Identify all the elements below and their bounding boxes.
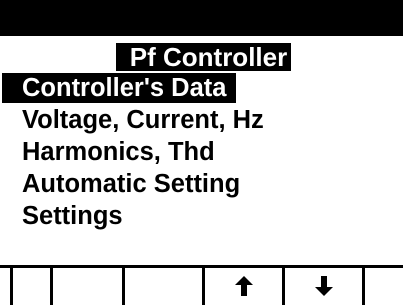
lcd-screen: Pf Controller Controller's Data Voltage,… bbox=[0, 0, 403, 305]
menu-item-label: Automatic Setting bbox=[22, 170, 241, 198]
softkey-2[interactable] bbox=[50, 268, 122, 305]
menu-item-label: Voltage, Current, Hz bbox=[22, 106, 264, 134]
menu-item-label: Settings bbox=[22, 202, 123, 230]
softkey-3[interactable] bbox=[122, 268, 202, 305]
page-title-text: Pf Controller bbox=[115, 43, 292, 71]
menu-item-controllers-data[interactable]: Controller's Data bbox=[0, 72, 403, 104]
softkey-down[interactable] bbox=[282, 268, 362, 305]
softkey-1[interactable] bbox=[10, 268, 50, 305]
page-title: Pf Controller bbox=[0, 43, 403, 71]
softkey-up[interactable] bbox=[202, 268, 282, 305]
menu-item-harmonics-thd[interactable]: Harmonics, Thd bbox=[0, 136, 403, 168]
arrow-up-icon bbox=[234, 276, 253, 296]
softkey-6[interactable] bbox=[362, 268, 403, 305]
menu-item-voltage-current-hz[interactable]: Voltage, Current, Hz bbox=[0, 104, 403, 136]
top-status-bar bbox=[0, 0, 403, 36]
menu-item-label: Harmonics, Thd bbox=[22, 138, 215, 166]
arrow-down-icon bbox=[314, 276, 333, 296]
menu-item-settings[interactable]: Settings bbox=[0, 200, 403, 232]
main-menu: Controller's Data Voltage, Current, Hz H… bbox=[0, 72, 403, 232]
menu-item-label: Controller's Data bbox=[2, 73, 237, 103]
softkey-bar bbox=[0, 265, 403, 305]
menu-item-automatic-setting[interactable]: Automatic Setting bbox=[0, 168, 403, 200]
